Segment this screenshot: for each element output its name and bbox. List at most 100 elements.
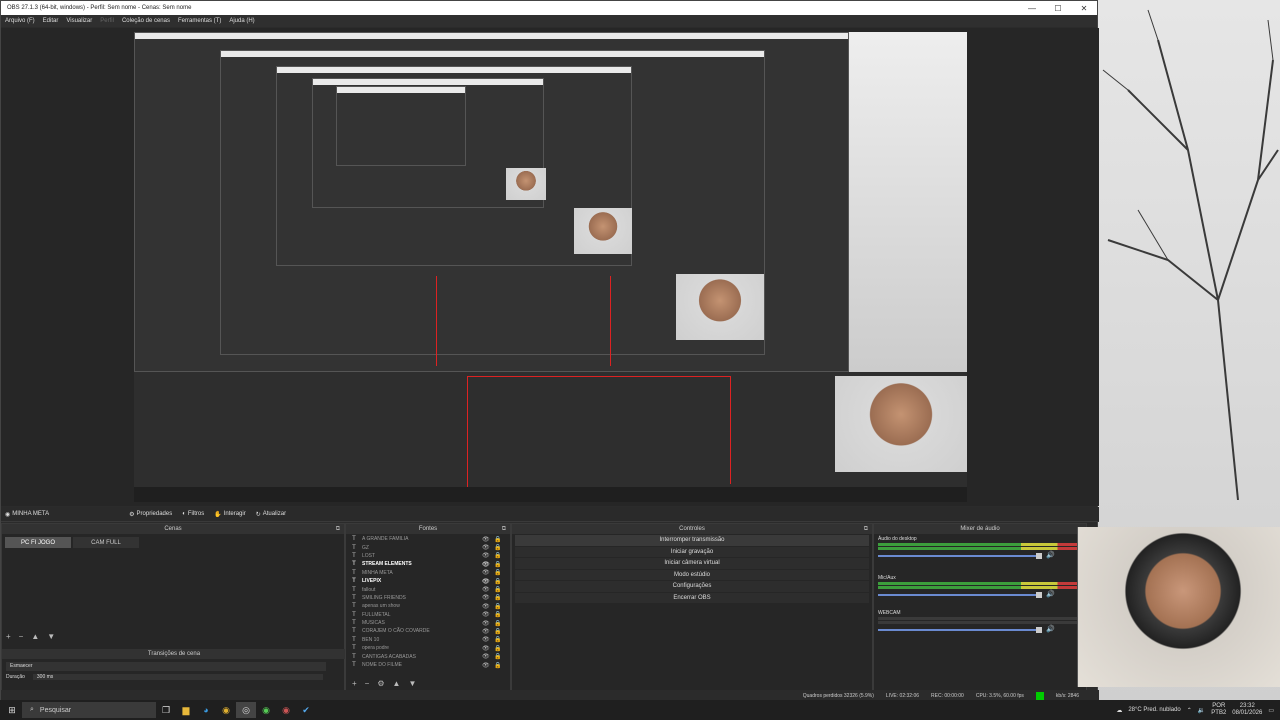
filters-button[interactable]: ◐ Filtros	[182, 511, 204, 517]
start-recording-button[interactable]: Iniciar gravação	[515, 546, 869, 557]
lock-icon[interactable]: 🔒	[494, 662, 501, 669]
file-explorer-icon[interactable]: ▆	[176, 702, 196, 718]
volume-icon[interactable]: 🔉	[1198, 707, 1205, 714]
lock-icon[interactable]: 🔒	[494, 594, 501, 601]
add-scene-icon[interactable]: +	[6, 632, 11, 641]
source-item[interactable]: T CORAJEM O CÃO COVARDE 👁 🔒	[350, 627, 510, 635]
lock-icon[interactable]: 🔒	[494, 552, 501, 559]
chrome-alt-icon[interactable]: ◉	[276, 702, 296, 718]
windows-start-icon[interactable]: ⊞	[2, 702, 22, 718]
weather-text[interactable]: 28°C Pred. nublado	[1128, 707, 1180, 713]
source-item[interactable]: Tfallout 👁 🔒	[350, 585, 510, 594]
scene-button-pc-fi-jogo[interactable]: PC FI JOGO	[5, 537, 71, 548]
dock-float-icon[interactable]: ⧉	[864, 524, 868, 534]
source-item[interactable]: T GZ 👁 🔒	[350, 543, 510, 552]
source-item[interactable]: T FULLMETAL 👁 🔒	[350, 611, 510, 619]
source-item[interactable]: T BEN 10 👁 🔒	[350, 636, 510, 644]
visibility-eye-icon[interactable]: 👁	[482, 628, 490, 635]
source-item[interactable]: T A GRANDE FAMILIA 👁 🔒	[350, 535, 510, 543]
visibility-eye-icon[interactable]: 👁	[482, 645, 490, 652]
minimize-button[interactable]: —	[1019, 1, 1045, 15]
source-item[interactable]: Tapenas um show 👁 🔒	[350, 602, 510, 610]
dock-float-icon[interactable]: ⧉	[336, 524, 340, 534]
visibility-eye-icon[interactable]: 👁	[482, 662, 490, 669]
visibility-eye-icon[interactable]: 👁	[482, 611, 490, 618]
lock-icon[interactable]: 🔒	[494, 536, 501, 543]
visibility-eye-icon[interactable]: 👁	[482, 586, 490, 593]
lock-icon[interactable]: 🔒	[494, 620, 501, 627]
duration-input[interactable]: 300 ms	[32, 674, 323, 680]
speaker-icon[interactable]: 🔊	[1046, 551, 1055, 559]
stop-streaming-button[interactable]: Interromper transmissão	[515, 535, 869, 546]
visibility-eye-icon[interactable]: 👁	[482, 578, 490, 585]
remove-source-icon[interactable]: −	[365, 679, 370, 688]
notifications-icon[interactable]: ▭	[1268, 707, 1274, 714]
visibility-eye-icon[interactable]: 👁	[482, 603, 490, 610]
volume-slider[interactable]	[878, 553, 1042, 559]
lock-icon[interactable]: 🔒	[494, 561, 501, 568]
speaker-icon[interactable]: 🔊	[1046, 590, 1055, 598]
menu-file[interactable]: Arquivo (F)	[5, 18, 35, 24]
add-source-icon[interactable]: +	[352, 679, 357, 688]
taskbar-search[interactable]: ⌕ Pesquisar	[22, 702, 156, 718]
scene-button-cam-full[interactable]: CAM FULL	[73, 537, 139, 548]
move-up-icon[interactable]: ▲	[31, 632, 39, 641]
lock-icon[interactable]: 🔒	[494, 611, 501, 618]
menu-view[interactable]: Visualizar	[66, 18, 92, 24]
move-down-icon[interactable]: ▼	[408, 679, 416, 688]
move-down-icon[interactable]: ▼	[47, 632, 55, 641]
visibility-eye-icon[interactable]: 👁	[482, 653, 490, 660]
maximize-button[interactable]: ☐	[1045, 1, 1071, 15]
source-item[interactable]: T NOME DO FILME 👁 🔒	[350, 661, 510, 669]
visibility-eye-icon[interactable]: 👁	[482, 552, 490, 559]
obs-icon[interactable]: ◎	[236, 702, 256, 718]
streamlabs-icon[interactable]: ✔	[296, 702, 316, 718]
source-settings-icon[interactable]: ⚙	[377, 679, 384, 688]
volume-slider[interactable]	[878, 592, 1042, 598]
menu-help[interactable]: Ajuda (H)	[229, 18, 254, 24]
lock-icon[interactable]: 🔒	[494, 636, 501, 643]
visibility-eye-icon[interactable]: 👁	[482, 636, 490, 643]
tray-arrow-icon[interactable]: ⌃	[1187, 707, 1192, 714]
visibility-eye-icon[interactable]: 👁	[482, 594, 490, 601]
start-virtual-camera-button[interactable]: Iniciar câmera virtual	[515, 558, 869, 569]
source-item[interactable]: T SMILING FRIENDS 👁 🔒	[350, 594, 510, 602]
menu-tools[interactable]: Ferramentas (T)	[178, 18, 221, 24]
source-item[interactable]: T LIVEPIX 👁 🔒	[350, 577, 510, 585]
clock[interactable]: 23:32 08/01/2026	[1232, 703, 1262, 717]
menu-profile[interactable]: Perfil	[100, 18, 114, 24]
lock-icon[interactable]: 🔒	[494, 544, 501, 551]
settings-button[interactable]: Configurações	[515, 581, 869, 592]
edge-icon[interactable]: ◕	[196, 702, 216, 718]
lock-icon[interactable]: 🔒	[494, 586, 501, 593]
visibility-eye-icon[interactable]: 👁	[482, 544, 490, 551]
visibility-eye-icon[interactable]: 👁	[482, 620, 490, 627]
volume-slider[interactable]	[878, 627, 1042, 633]
lock-icon[interactable]: 🔒	[494, 569, 501, 576]
visibility-eye-icon[interactable]: 👁	[482, 569, 490, 576]
preview-canvas[interactable]	[1, 28, 1099, 506]
lock-icon[interactable]: 🔒	[494, 578, 501, 585]
lock-icon[interactable]: 🔒	[494, 628, 501, 635]
transition-select[interactable]: Esmaecer	[6, 662, 326, 671]
source-item[interactable]: T STREAM ELEMENTS 👁 🔒	[350, 560, 510, 568]
source-item[interactable]: T MUSICAS 👁 🔒	[350, 619, 510, 627]
menu-scene-collection[interactable]: Coleção de cenas	[122, 18, 170, 24]
lock-icon[interactable]: 🔒	[494, 603, 501, 610]
source-item[interactable]: T MINHA META 👁 🔒	[350, 569, 510, 577]
lock-icon[interactable]: 🔒	[494, 645, 501, 652]
move-up-icon[interactable]: ▲	[393, 679, 401, 688]
dock-float-icon[interactable]: ⧉	[502, 524, 506, 534]
source-item[interactable]: Topera podre 👁 🔒	[350, 644, 510, 652]
exit-obs-button[interactable]: Encerrar OBS	[515, 592, 869, 603]
speaker-icon[interactable]: 🔊	[1046, 625, 1055, 633]
source-item[interactable]: T LOST 👁 🔒	[350, 552, 510, 560]
visibility-eye-icon[interactable]: 👁	[482, 561, 490, 568]
app-icon[interactable]: ◉	[256, 702, 276, 718]
close-button[interactable]: ✕	[1071, 1, 1097, 15]
remove-scene-icon[interactable]: −	[19, 632, 24, 641]
properties-button[interactable]: ⚙ Propriedades	[129, 511, 172, 518]
studio-mode-button[interactable]: Modo estúdio	[515, 569, 869, 580]
lock-icon[interactable]: 🔒	[494, 653, 501, 660]
chrome-icon[interactable]: ◉	[216, 702, 236, 718]
